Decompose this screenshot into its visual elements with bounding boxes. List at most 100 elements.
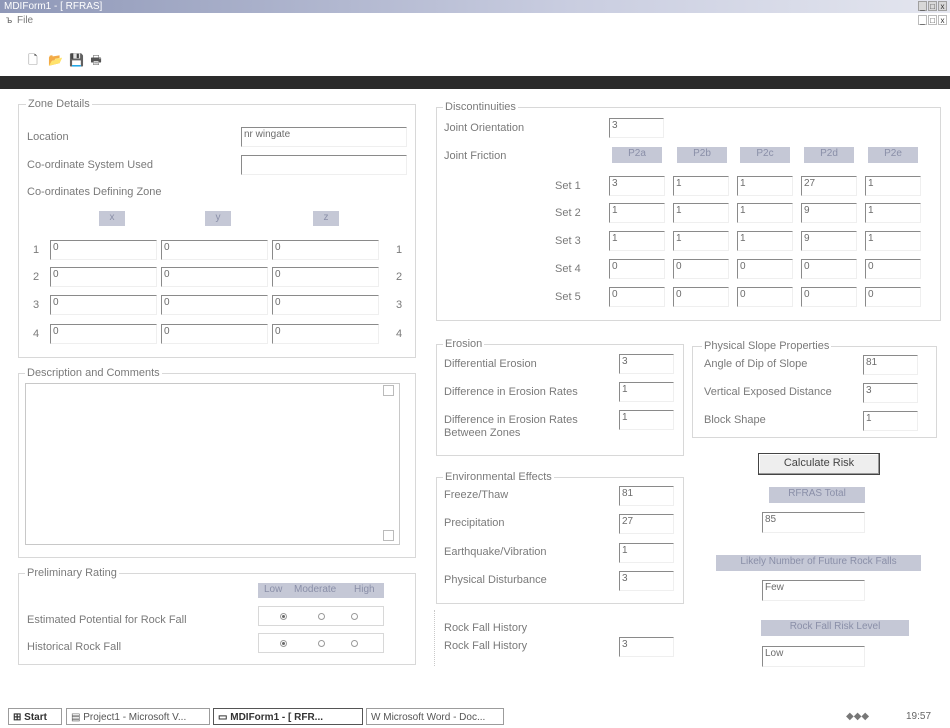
coord-y-input[interactable]: 0 (161, 240, 268, 260)
p2c-input[interactable]: 1 (737, 203, 793, 223)
coord-x-input[interactable]: 0 (50, 295, 157, 315)
taskbar-word[interactable]: W Microsoft Word - Doc... (366, 708, 504, 725)
window-title: MDIForm1 - [ RFRAS] (4, 1, 103, 12)
p2e-input[interactable]: 0 (865, 287, 921, 307)
erosion-rate-difference-input[interactable]: 1 (619, 382, 674, 402)
child-maximize-button[interactable]: □ (928, 15, 937, 25)
coord-x-input[interactable]: 0 (50, 324, 157, 344)
save-icon[interactable]: 💾 (69, 53, 84, 67)
joint-friction-label: Joint Friction (444, 150, 507, 162)
child-close-button[interactable]: x (938, 15, 947, 25)
location-input[interactable]: nr wingate (241, 127, 407, 147)
slope-properties-legend: Physical Slope Properties (702, 340, 832, 353)
coord-y-input[interactable]: 0 (161, 295, 268, 315)
p2d-input[interactable]: 27 (801, 176, 857, 196)
dip-angle-input[interactable]: 81 (863, 355, 918, 375)
toolbar-separator (0, 76, 950, 89)
p2a-input[interactable]: 1 (609, 203, 665, 223)
discontinuities-legend: Discontinuities (443, 101, 518, 114)
close-button[interactable]: x (938, 1, 947, 11)
start-button[interactable]: ⊞ Start (8, 708, 62, 725)
p2b-input[interactable]: 1 (673, 203, 729, 223)
p2d-input[interactable]: 0 (801, 287, 857, 307)
freeze-thaw-input[interactable]: 81 (619, 486, 674, 506)
earthquake-vibration-input[interactable]: 1 (619, 543, 674, 563)
coord-system-label: Co-ordinate System Used (27, 159, 153, 171)
taskbar-clock: 19:57 (906, 711, 932, 722)
p2e-input[interactable]: 1 (865, 203, 921, 223)
coord-z-input[interactable]: 0 (272, 295, 379, 315)
rock-fall-history-input[interactable]: 3 (619, 637, 674, 657)
historical-low-radio[interactable] (280, 640, 287, 647)
tray-icons[interactable]: ◆◆◆ (846, 711, 869, 722)
earthquake-vibration-label: Earthquake/Vibration (444, 546, 547, 558)
p2c-input[interactable]: 0 (737, 259, 793, 279)
coord-x-input[interactable]: 0 (50, 267, 157, 287)
differential-erosion-input[interactable]: 3 (619, 354, 674, 374)
rating-high-header: High (354, 584, 375, 595)
column-header-p2e: P2e (868, 147, 918, 163)
physical-disturbance-input[interactable]: 3 (619, 571, 674, 591)
rfras-total-label: RFRAS Total (769, 487, 865, 503)
new-file-icon[interactable]: 🗋 (26, 53, 40, 67)
p2b-input[interactable]: 1 (673, 176, 729, 196)
app-icon: ъ (6, 15, 13, 26)
p2d-input[interactable]: 0 (801, 259, 857, 279)
p2a-input[interactable]: 0 (609, 287, 665, 307)
p2c-input[interactable]: 0 (737, 287, 793, 307)
coord-system-input[interactable] (241, 155, 407, 175)
p2d-input[interactable]: 9 (801, 231, 857, 251)
description-textarea[interactable] (25, 383, 400, 545)
vertical-distance-input[interactable]: 3 (863, 383, 918, 403)
p2b-input[interactable]: 1 (673, 231, 729, 251)
p2d-input[interactable]: 9 (801, 203, 857, 223)
column-header-y: y (205, 211, 231, 226)
child-minimize-button[interactable]: _ (918, 15, 927, 25)
block-shape-input[interactable]: 1 (863, 411, 918, 431)
historical-high-radio[interactable] (351, 640, 358, 647)
menu-file[interactable]: File (17, 14, 33, 27)
row-number-left: 4 (33, 328, 40, 340)
p2e-input[interactable]: 0 (865, 259, 921, 279)
open-folder-icon[interactable]: 📂 (48, 53, 63, 67)
coord-z-input[interactable]: 0 (272, 267, 379, 287)
joint-orientation-input[interactable]: 3 (609, 118, 664, 138)
coord-y-input[interactable]: 0 (161, 267, 268, 287)
coord-x-input[interactable]: 0 (50, 240, 157, 260)
menu-bar (0, 13, 950, 29)
erosion-between-zones-input[interactable]: 1 (619, 410, 674, 430)
maximize-button[interactable]: □ (928, 1, 937, 11)
taskbar-project1[interactable]: ▤ Project1 - Microsoft V... (66, 708, 210, 725)
potential-high-radio[interactable] (351, 613, 358, 620)
resize-grip[interactable] (383, 530, 394, 541)
potential-moderate-radio[interactable] (318, 613, 325, 620)
dip-angle-label: Angle of Dip of Slope (704, 358, 808, 370)
minimize-button[interactable]: _ (918, 1, 927, 11)
zone-details-legend: Zone Details (26, 98, 92, 111)
rating-moderate-header: Moderate (294, 584, 337, 595)
coord-z-input[interactable]: 0 (272, 240, 379, 260)
p2a-input[interactable]: 3 (609, 176, 665, 196)
historical-moderate-radio[interactable] (318, 640, 325, 647)
taskbar-mdiform1-label: MDIForm1 - [ RFR... (230, 712, 324, 723)
p2c-input[interactable]: 1 (737, 176, 793, 196)
p2a-input[interactable]: 1 (609, 231, 665, 251)
p2a-input[interactable]: 0 (609, 259, 665, 279)
coord-y-input[interactable]: 0 (161, 324, 268, 344)
p2e-input[interactable]: 1 (865, 176, 921, 196)
row-number-left: 2 (33, 271, 40, 283)
scroll-up-button[interactable] (383, 385, 394, 396)
row-number-right: 1 (396, 244, 403, 256)
column-header-x: x (99, 211, 125, 226)
print-icon[interactable]: 🖶 (89, 53, 103, 67)
precipitation-input[interactable]: 27 (619, 514, 674, 534)
coord-z-input[interactable]: 0 (272, 324, 379, 344)
taskbar-mdiform1[interactable]: ▭ MDIForm1 - [ RFR... (213, 708, 363, 725)
potential-low-radio[interactable] (280, 613, 287, 620)
p2e-input[interactable]: 1 (865, 231, 921, 251)
calculate-risk-button[interactable]: Calculate Risk (758, 453, 880, 475)
p2b-input[interactable]: 0 (673, 287, 729, 307)
set-label: Set 4 (555, 263, 581, 275)
p2c-input[interactable]: 1 (737, 231, 793, 251)
p2b-input[interactable]: 0 (673, 259, 729, 279)
